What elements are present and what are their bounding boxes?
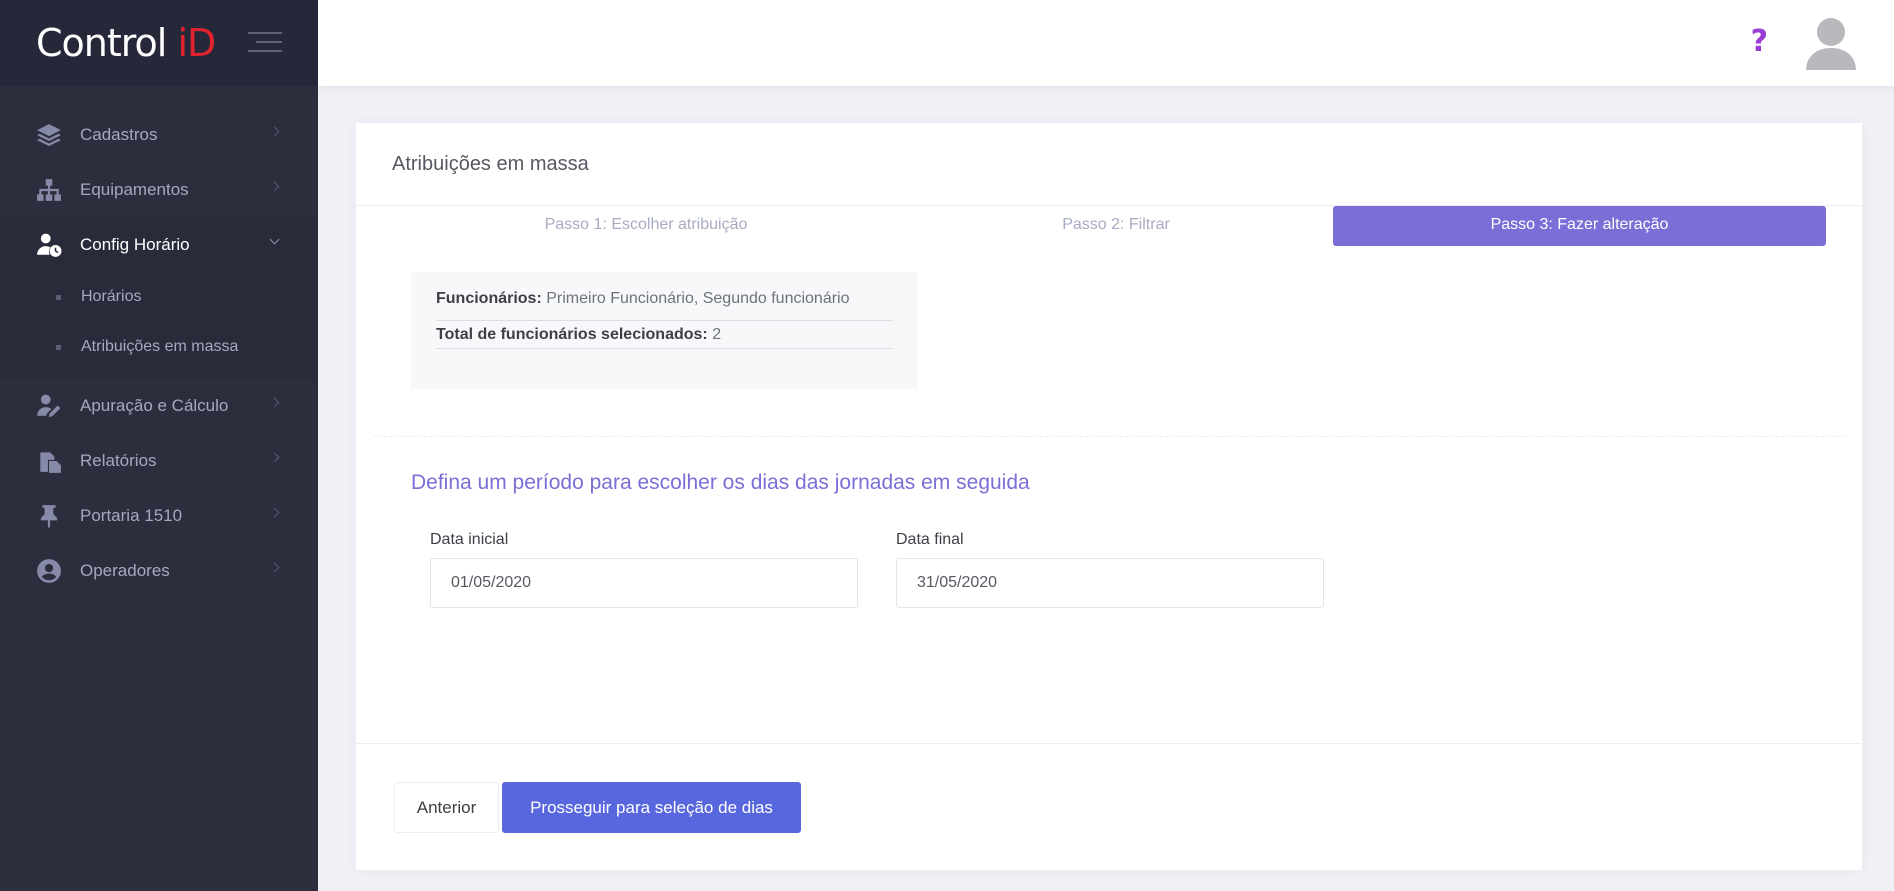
copy-files-icon	[36, 448, 62, 474]
end-date-field: Data final	[896, 531, 1324, 608]
step-3-tab[interactable]: Passo 3: Fazer alteração	[1333, 206, 1826, 246]
sidebar: Control iD Cadastros Equipamentos Config…	[0, 0, 318, 891]
sidebar-item-label: Portaria 1510	[80, 505, 183, 525]
user-circle-icon	[36, 558, 62, 584]
total-row: Total de funcionários selecionados: 2	[436, 320, 893, 349]
sidebar-subitem-horarios[interactable]: Horários	[0, 272, 318, 322]
employees-row: Funcionários: Primeiro Funcionário, Segu…	[436, 286, 893, 316]
bulk-assignment-card: Atribuições em massa Passo 1: Escolher a…	[356, 123, 1862, 870]
end-date-input[interactable]	[896, 558, 1324, 608]
sidebar-menu: Cadastros Equipamentos Config Horário Ho…	[0, 107, 318, 598]
previous-button[interactable]: Anterior	[394, 782, 499, 833]
chevron-right-icon	[269, 452, 280, 463]
sidebar-item-portaria-1510[interactable]: Portaria 1510	[0, 488, 318, 543]
total-label: Total de funcionários selecionados:	[436, 326, 708, 343]
section-divider	[374, 436, 1844, 437]
card-header: Atribuições em massa	[356, 123, 1862, 206]
user-clock-icon	[36, 232, 62, 258]
sidebar-item-label: Equipamentos	[80, 179, 189, 199]
logo[interactable]: Control iD	[36, 21, 216, 65]
top-header: ?	[318, 0, 1894, 86]
start-date-input[interactable]	[430, 558, 858, 608]
avatar[interactable]	[1802, 14, 1860, 72]
period-section-title: Defina um período para escolher os dias …	[411, 471, 1030, 494]
submenu-config-horario: Horários Atribuições em massa	[0, 272, 318, 378]
chevron-right-icon	[269, 126, 280, 137]
bullet-icon	[56, 344, 61, 350]
selection-summary: Funcionários: Primeiro Funcionário, Segu…	[411, 272, 918, 389]
sidebar-subitem-label: Atribuições em massa	[81, 338, 239, 355]
logo-accent-text: iD	[177, 21, 216, 65]
sidebar-item-label: Apuração e Cálculo	[80, 395, 229, 415]
chevron-right-icon	[269, 397, 280, 408]
thumbtack-icon	[36, 503, 62, 529]
start-date-label: Data inicial	[430, 531, 509, 548]
sitemap-icon	[36, 177, 62, 203]
sidebar-item-config-horario[interactable]: Config Horário	[0, 217, 318, 272]
sidebar-item-label: Operadores	[80, 560, 170, 580]
brand-bar: Control iD	[0, 0, 318, 86]
layers-icon	[36, 122, 62, 148]
logo-text: Control	[36, 21, 178, 65]
wizard-steps: Passo 1: Escolher atribuição Passo 2: Fi…	[356, 206, 1862, 246]
help-icon[interactable]: ?	[1751, 24, 1768, 59]
user-edit-icon	[36, 393, 62, 419]
sidebar-subitem-atribuicoes-em-massa[interactable]: Atribuições em massa	[0, 322, 318, 372]
proceed-button[interactable]: Prosseguir para seleção de dias	[502, 782, 801, 833]
bullet-icon	[56, 294, 61, 300]
chevron-right-icon	[269, 562, 280, 573]
sidebar-item-apuracao-calculo[interactable]: Apuração e Cálculo	[0, 378, 318, 433]
sidebar-subitem-label: Horários	[81, 288, 142, 305]
sidebar-item-cadastros[interactable]: Cadastros	[0, 107, 318, 162]
chevron-down-icon	[269, 234, 280, 245]
sidebar-item-label: Cadastros	[80, 124, 158, 144]
sidebar-item-label: Config Horário	[80, 234, 190, 254]
end-date-label: Data final	[896, 531, 964, 548]
total-value: 2	[707, 326, 722, 343]
employees-label: Funcionários:	[436, 290, 542, 307]
chevron-right-icon	[269, 181, 280, 192]
step-1-tab[interactable]: Passo 1: Escolher atribuição	[416, 206, 876, 246]
sidebar-item-relatorios[interactable]: Relatórios	[0, 433, 318, 488]
page-title: Atribuições em massa	[392, 152, 589, 175]
employees-value: Primeiro Funcionário, Segundo funcionári…	[541, 290, 850, 307]
sidebar-item-label: Relatórios	[80, 450, 157, 470]
card-footer: Anterior Prosseguir para seleção de dias	[356, 743, 1862, 870]
sidebar-item-operadores[interactable]: Operadores	[0, 543, 318, 598]
step-2-tab[interactable]: Passo 2: Filtrar	[911, 206, 1321, 246]
sidebar-item-equipamentos[interactable]: Equipamentos	[0, 162, 318, 217]
menu-toggle-icon[interactable]	[248, 32, 282, 54]
chevron-right-icon	[269, 507, 280, 518]
start-date-field: Data inicial	[430, 531, 858, 608]
